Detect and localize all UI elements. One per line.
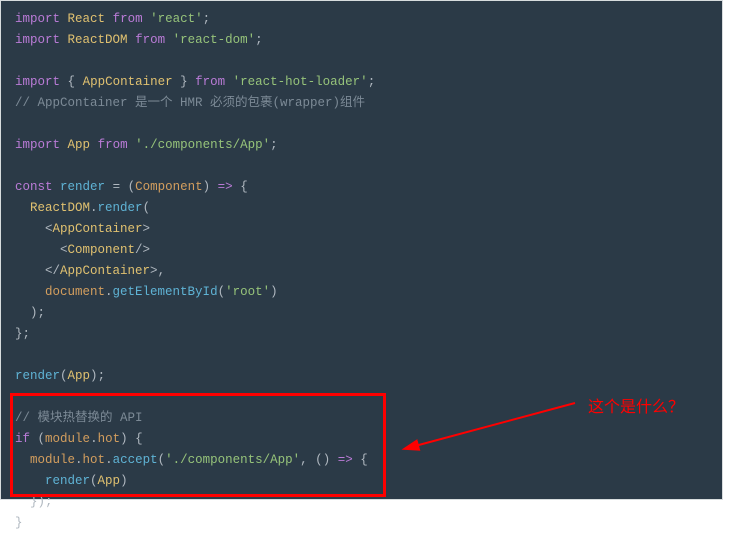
code-token: import xyxy=(15,75,60,89)
code-token: App xyxy=(68,138,91,152)
code-token: 'root' xyxy=(225,285,270,299)
code-token: './components/App' xyxy=(135,138,270,152)
code-token: AppContainer xyxy=(83,75,173,89)
code-token: 'react' xyxy=(150,12,203,26)
code-token: App xyxy=(68,369,91,383)
code-token: module xyxy=(45,432,90,446)
code-token: document xyxy=(45,285,105,299)
code-token: hot xyxy=(83,453,106,467)
code-token: import xyxy=(15,12,60,26)
code-token: 'react-hot-loader' xyxy=(233,75,368,89)
code-token: getElementById xyxy=(113,285,218,299)
code-token: from xyxy=(98,138,128,152)
code-token: if xyxy=(15,432,30,446)
code-token: 'react-dom' xyxy=(173,33,256,47)
code-token: AppContainer xyxy=(53,222,143,236)
code-editor[interactable]: import React from 'react'; import ReactD… xyxy=(0,0,723,500)
code-token: import xyxy=(15,33,60,47)
code-token: from xyxy=(195,75,225,89)
code-token: from xyxy=(135,33,165,47)
code-token: const xyxy=(15,180,53,194)
code-token: render xyxy=(98,201,143,215)
code-comment: // AppContainer 是一个 HMR 必须的包裹(wrapper)组件 xyxy=(15,96,365,110)
code-token: Component xyxy=(68,243,136,257)
code-token: Component xyxy=(135,180,203,194)
code-token: AppContainer xyxy=(60,264,150,278)
code-token: App xyxy=(98,474,121,488)
code-token: hot xyxy=(98,432,121,446)
annotation-text: 这个是什么？ xyxy=(588,393,684,417)
code-token: ReactDOM xyxy=(68,33,128,47)
code-token: React xyxy=(68,12,106,26)
code-token: from xyxy=(113,12,143,26)
code-token: accept xyxy=(113,453,158,467)
code-token: render xyxy=(15,369,60,383)
code-comment: // 模块热替换的 API xyxy=(15,411,143,425)
code-token: render xyxy=(60,180,105,194)
code-token: ReactDOM xyxy=(30,201,90,215)
code-token: import xyxy=(15,138,60,152)
code-token: module xyxy=(30,453,75,467)
code-token: './components/App' xyxy=(165,453,300,467)
code-token: render xyxy=(45,474,90,488)
